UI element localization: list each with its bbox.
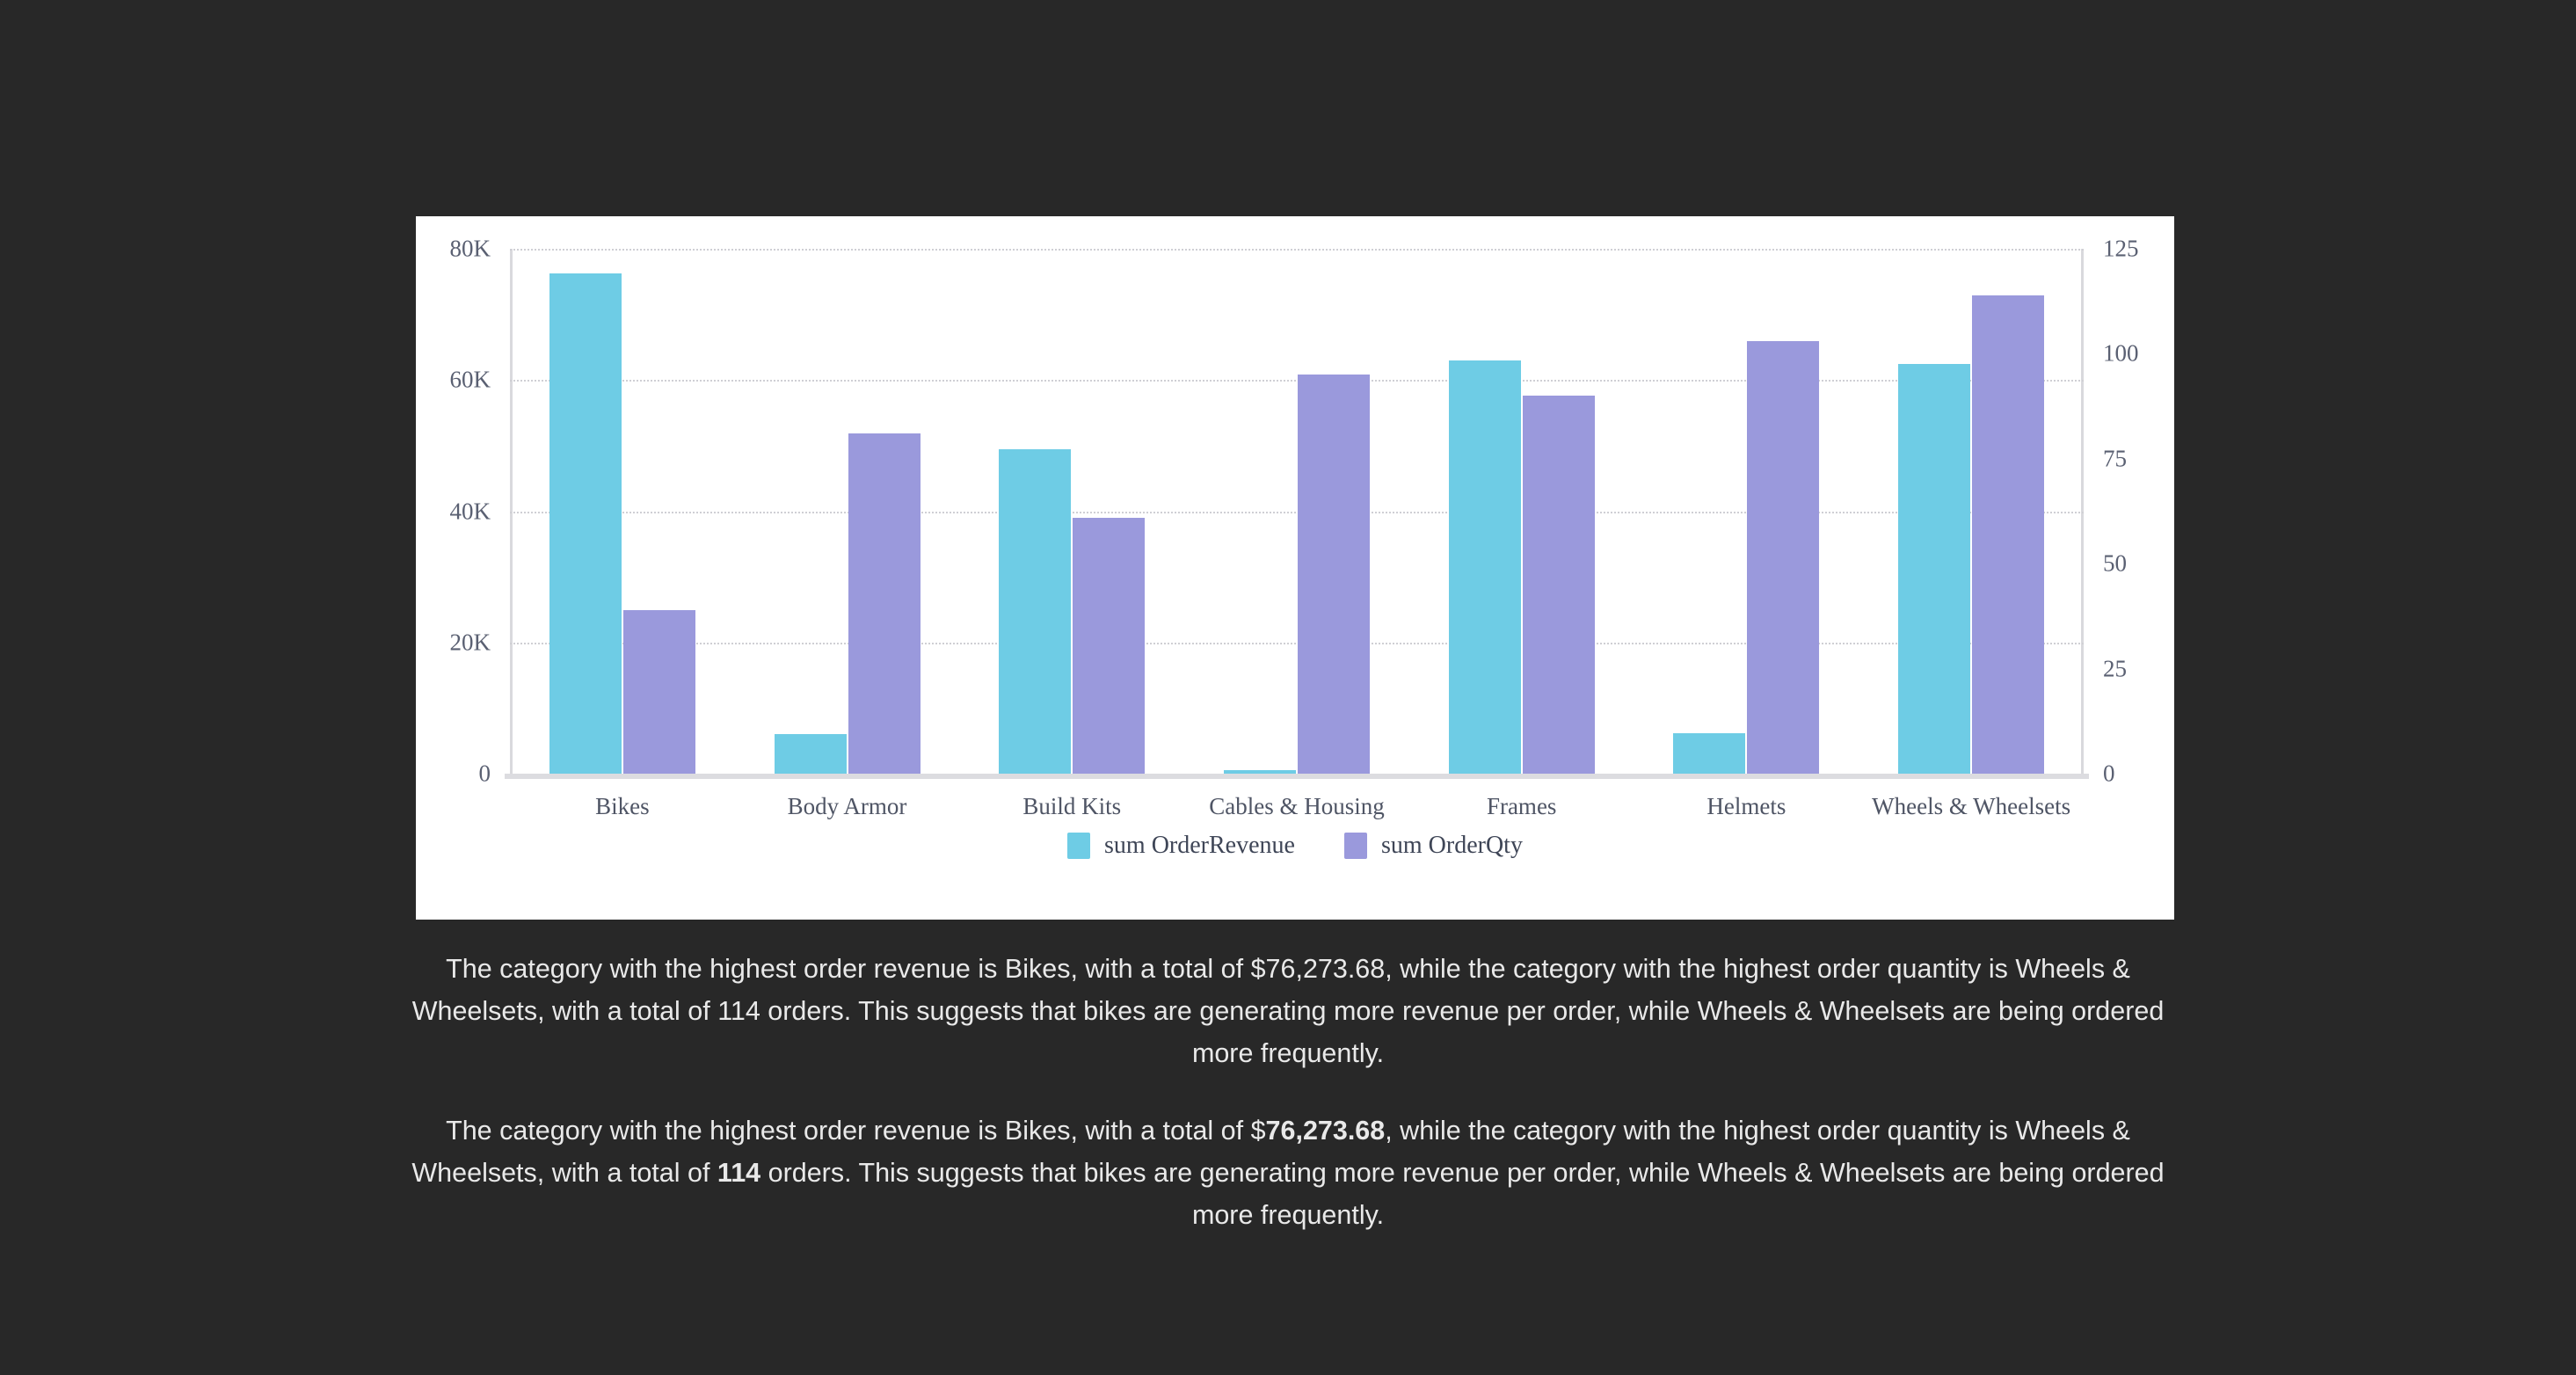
bars-layer: Bikes Body Armor Build Kits Cables & Housin… — [510, 249, 2084, 819]
bar-order-qty[interactable] — [1297, 375, 1370, 774]
summary-paragraph-plain: The category with the highest order reve… — [411, 954, 2165, 1068]
summary-bold-quantity: 114 — [717, 1158, 761, 1188]
bar-group: Frames — [1409, 249, 1634, 819]
bar-order-qty[interactable] — [1522, 396, 1595, 774]
bar-group: Cables & Housing — [1184, 249, 1409, 819]
bar-order-revenue[interactable] — [1673, 732, 1746, 774]
bar-order-revenue[interactable] — [1223, 769, 1296, 774]
x-axis-category-label: Wheels & Wheelsets — [1872, 793, 2071, 819]
bar-order-qty[interactable] — [848, 433, 921, 774]
summary-bold-revenue: 76,273.68 — [1265, 1116, 1386, 1146]
bottom-axis-line — [505, 774, 2089, 779]
bar-order-qty[interactable] — [1972, 295, 2045, 774]
bar-group: Bikes — [510, 249, 735, 819]
left-axis-tick-label: 0 — [478, 760, 491, 787]
right-axis-tick-label: 125 — [2103, 235, 2139, 262]
legend-item-label: sum OrderQty — [1380, 832, 1523, 859]
summary-paragraph-rich: The category with the highest order reve… — [409, 1109, 2167, 1236]
chart-plot-area: 0 20K 40K 60K 80K 0 25 50 75 100 125 Bikes Body Ar… — [450, 236, 2139, 819]
bar-order-qty[interactable] — [622, 609, 695, 774]
left-axis-tick-label: 80K — [449, 235, 491, 262]
legend-item[interactable]: sum OrderQty — [1343, 832, 1523, 860]
x-axis-category-label: Helmets — [1706, 793, 1786, 819]
summary-text-part3: orders. This suggests that bikes are gen… — [760, 1158, 2165, 1230]
x-axis-category-label: Bikes — [595, 793, 650, 819]
legend-item[interactable]: sum OrderRevenue — [1067, 832, 1295, 860]
bar-order-qty[interactable] — [1747, 341, 1820, 774]
right-axis-tick-label: 100 — [2103, 339, 2139, 367]
x-axis-category-label: Body Armor — [787, 793, 907, 819]
bar-order-revenue[interactable] — [774, 734, 847, 774]
x-axis-category-label: Build Kits — [1022, 793, 1122, 819]
bar-group: Build Kits — [959, 249, 1184, 819]
legend-swatch-qty — [1343, 833, 1367, 859]
x-axis-category-label: Cables & Housing — [1209, 793, 1385, 819]
x-axis-category-label: Frames — [1486, 793, 1557, 819]
left-axis-tick-label: 20K — [449, 629, 491, 656]
chart-card: 0 20K 40K 60K 80K 0 25 50 75 100 125 Bikes Body Ar… — [416, 216, 2174, 920]
bar-order-revenue[interactable] — [1898, 363, 1971, 774]
legend-swatch-revenue — [1067, 833, 1091, 859]
right-axis-tick-label: 75 — [2103, 445, 2127, 472]
bar-group: Body Armor — [735, 249, 960, 819]
right-axis-tick-label: 50 — [2103, 549, 2127, 577]
bar-group: Helmets — [1634, 249, 1859, 819]
left-axis-tick-label: 40K — [449, 498, 491, 524]
right-axis-tick-label: 0 — [2103, 760, 2115, 787]
legend-item-label: sum OrderRevenue — [1104, 832, 1295, 859]
bar-order-revenue[interactable] — [549, 273, 622, 774]
bar-group: Wheels & Wheelsets — [1859, 249, 2084, 819]
summary-text-part1: The category with the highest order reve… — [446, 1116, 1266, 1146]
chart-legend: sum OrderRevenue sum OrderQty — [416, 832, 2174, 860]
left-axis-tick-label: 60K — [449, 366, 491, 393]
bar-order-revenue[interactable] — [999, 448, 1072, 774]
bar-order-qty[interactable] — [1073, 517, 1146, 774]
right-axis-tick-label: 25 — [2103, 655, 2127, 682]
bar-order-revenue[interactable] — [1448, 360, 1521, 774]
